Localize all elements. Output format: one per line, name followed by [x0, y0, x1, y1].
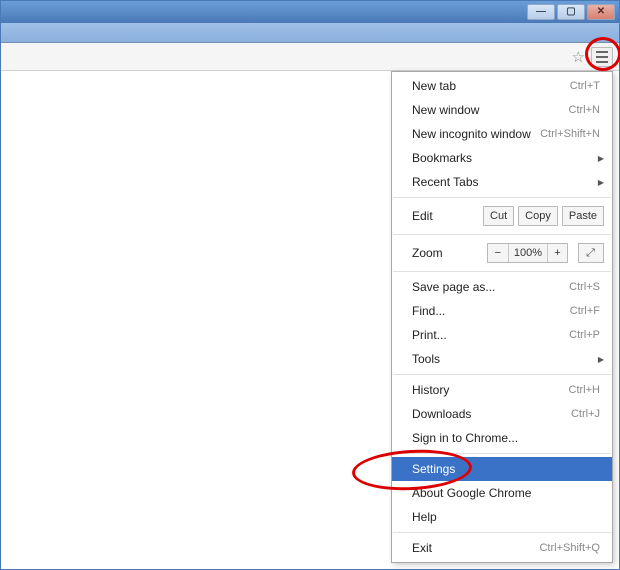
menu-label: New incognito window	[412, 127, 540, 141]
bookmark-star-icon[interactable]: ☆	[572, 48, 585, 66]
content-area: New tab Ctrl+T New window Ctrl+N New inc…	[1, 71, 619, 569]
chevron-right-icon: ▶	[598, 355, 604, 364]
fullscreen-button[interactable]: ⤢	[578, 243, 604, 263]
menu-label: About Google Chrome	[412, 486, 600, 500]
menu-label: Recent Tabs	[412, 175, 600, 189]
menu-label: Exit	[412, 541, 539, 555]
menu-shortcut: Ctrl+N	[569, 104, 600, 116]
menu-item-recent-tabs[interactable]: Recent Tabs ▶	[392, 170, 612, 194]
menu-item-help[interactable]: Help	[392, 505, 612, 529]
chevron-right-icon: ▶	[598, 154, 604, 163]
menu-shortcut: Ctrl+H	[569, 384, 600, 396]
tab-strip[interactable]	[1, 23, 619, 43]
menu-shortcut: Ctrl+P	[569, 329, 600, 341]
titlebar: — ▢ ✕	[1, 1, 619, 23]
menu-item-zoom: Zoom − 100% + ⤢	[392, 238, 612, 268]
menu-shortcut: Ctrl+J	[571, 408, 600, 420]
menu-item-about[interactable]: About Google Chrome	[392, 481, 612, 505]
menu-separator	[393, 234, 611, 235]
menu-label: History	[412, 383, 569, 397]
menu-item-history[interactable]: History Ctrl+H	[392, 378, 612, 402]
menu-shortcut: Ctrl+S	[569, 281, 600, 293]
menu-label: Edit	[412, 209, 479, 223]
minimize-button[interactable]: —	[527, 4, 555, 20]
menu-separator	[393, 197, 611, 198]
paste-button[interactable]: Paste	[562, 206, 604, 226]
menu-label: Find...	[412, 304, 570, 318]
menu-separator	[393, 532, 611, 533]
menu-label: Settings	[412, 462, 600, 476]
zoom-out-button[interactable]: −	[488, 244, 508, 262]
menu-label: Help	[412, 510, 600, 524]
menu-item-incognito[interactable]: New incognito window Ctrl+Shift+N	[392, 122, 612, 146]
menu-shortcut: Ctrl+F	[570, 305, 600, 317]
zoom-group: − 100% +	[487, 243, 568, 263]
menu-item-print[interactable]: Print... Ctrl+P	[392, 323, 612, 347]
chevron-right-icon: ▶	[598, 178, 604, 187]
menu-separator	[393, 271, 611, 272]
menu-label: New window	[412, 103, 569, 117]
hamburger-bar-icon	[596, 61, 608, 63]
zoom-in-button[interactable]: +	[547, 244, 567, 262]
main-menu-dropdown: New tab Ctrl+T New window Ctrl+N New inc…	[391, 71, 613, 563]
menu-item-downloads[interactable]: Downloads Ctrl+J	[392, 402, 612, 426]
menu-item-new-tab[interactable]: New tab Ctrl+T	[392, 74, 612, 98]
menu-item-find[interactable]: Find... Ctrl+F	[392, 299, 612, 323]
menu-label: Print...	[412, 328, 569, 342]
main-menu-button[interactable]	[591, 47, 613, 67]
menu-item-signin[interactable]: Sign in to Chrome...	[392, 426, 612, 450]
menu-item-bookmarks[interactable]: Bookmarks ▶	[392, 146, 612, 170]
menu-item-settings[interactable]: Settings	[392, 457, 612, 481]
maximize-button[interactable]: ▢	[557, 4, 585, 20]
menu-label: Downloads	[412, 407, 571, 421]
fullscreen-icon: ⤢	[586, 247, 596, 260]
cut-button[interactable]: Cut	[483, 206, 514, 226]
menu-item-new-window[interactable]: New window Ctrl+N	[392, 98, 612, 122]
menu-shortcut: Ctrl+Shift+Q	[539, 542, 600, 554]
menu-label: New tab	[412, 79, 570, 93]
browser-window: — ▢ ✕ ☆ New tab Ctrl+T New window Ctrl+N…	[0, 0, 620, 570]
menu-shortcut: Ctrl+Shift+N	[540, 128, 600, 140]
menu-item-edit: Edit Cut Copy Paste	[392, 201, 612, 231]
copy-button[interactable]: Copy	[518, 206, 558, 226]
menu-shortcut: Ctrl+T	[570, 80, 600, 92]
menu-separator	[393, 374, 611, 375]
menu-label: Bookmarks	[412, 151, 600, 165]
menu-separator	[393, 453, 611, 454]
menu-label: Zoom	[412, 246, 483, 260]
zoom-value: 100%	[508, 244, 547, 262]
menu-item-exit[interactable]: Exit Ctrl+Shift+Q	[392, 536, 612, 560]
hamburger-bar-icon	[596, 51, 608, 53]
menu-label: Sign in to Chrome...	[412, 431, 600, 445]
close-window-button[interactable]: ✕	[587, 4, 615, 20]
menu-label: Tools	[412, 352, 600, 366]
menu-label: Save page as...	[412, 280, 569, 294]
menu-item-tools[interactable]: Tools ▶	[392, 347, 612, 371]
toolbar: ☆	[1, 43, 619, 71]
hamburger-bar-icon	[596, 56, 608, 58]
menu-item-save-page[interactable]: Save page as... Ctrl+S	[392, 275, 612, 299]
